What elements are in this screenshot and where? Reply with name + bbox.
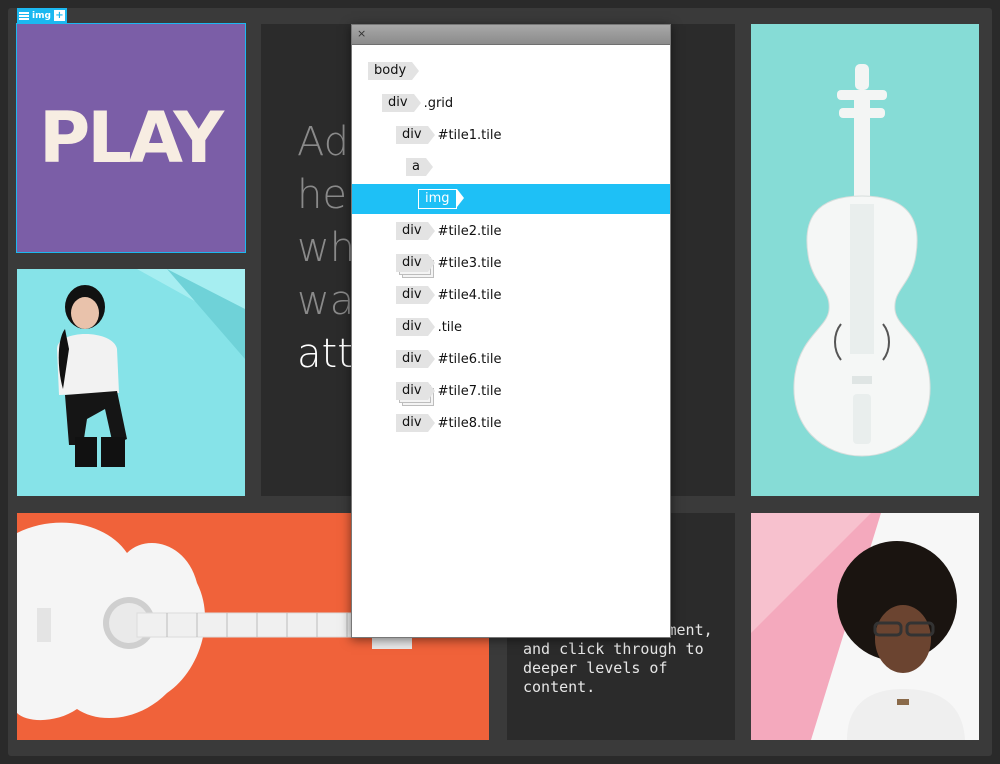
selection-label[interactable]: img + [17,8,67,23]
tree-node-tag: div [396,414,435,432]
tree-node-tag: div [396,318,435,336]
tree-node-div[interactable]: div .tile [352,312,670,342]
tree-node-label: .tile [437,319,463,335]
man-image [751,513,979,740]
page-frame: PLAY Add here wha wan att and click thro… [0,0,1000,764]
menu-icon[interactable] [19,11,29,21]
tree-node-tag: a [406,158,433,176]
tree-node-img[interactable]: img [352,184,670,214]
tree-node-tag: div [382,94,421,112]
tree-node-div[interactable]: div #tile3.tile [352,248,670,278]
tile-woman[interactable] [17,269,245,496]
woman-image [57,269,245,467]
tree-node-div[interactable]: div #tile2.tile [352,216,670,246]
tree-node-div[interactable]: div #tile6.tile [352,344,670,374]
tree-node-a[interactable]: a [352,152,670,182]
tree-node-tag: div [396,254,435,272]
violin-image [793,64,931,457]
add-icon[interactable]: + [53,10,65,21]
tree-node-label: #tile6.tile [437,351,502,367]
tree-node-label: #tile2.tile [437,223,502,239]
tree-node-div[interactable]: div #tile8.tile [352,408,670,438]
tree-node-div[interactable]: div #tile1.tile [352,120,670,150]
close-icon[interactable]: × [357,27,366,40]
tree-node-div[interactable]: div #tile7.tile [352,376,670,406]
tree-node-label: #tile3.tile [437,255,502,271]
play-logo-text: PLAY [39,97,224,179]
tree-node-div[interactable]: div #tile4.tile [352,280,670,310]
tree-node-tag: div [396,382,435,400]
tree-node-tag: div [396,126,435,144]
tree-node-label: .grid [423,95,454,111]
tree-node-body[interactable]: body [352,56,670,86]
tile-play[interactable]: PLAY [16,23,246,253]
dom-tree-panel[interactable]: × body div .grid div #tile1.tile a img div #tile… [351,24,671,638]
tree-node-tag: body [368,62,420,80]
tree-node-label: #tile8.tile [437,415,502,431]
tree-node-label: #tile1.tile [437,127,502,143]
tree-node-tag: div [396,286,435,304]
selection-tag-name: img [32,10,51,21]
tree-node-label: #tile4.tile [437,287,502,303]
tile-violin[interactable] [751,24,979,496]
tile-man[interactable] [751,513,979,740]
tree-node-tag: div [396,350,435,368]
panel-title-bar[interactable]: × [352,25,670,45]
tree-node-tag: div [396,222,435,240]
tree-node-label: #tile7.tile [437,383,502,399]
tree-node-div[interactable]: div .grid [352,88,670,118]
tree-node-tag: img [418,189,463,209]
